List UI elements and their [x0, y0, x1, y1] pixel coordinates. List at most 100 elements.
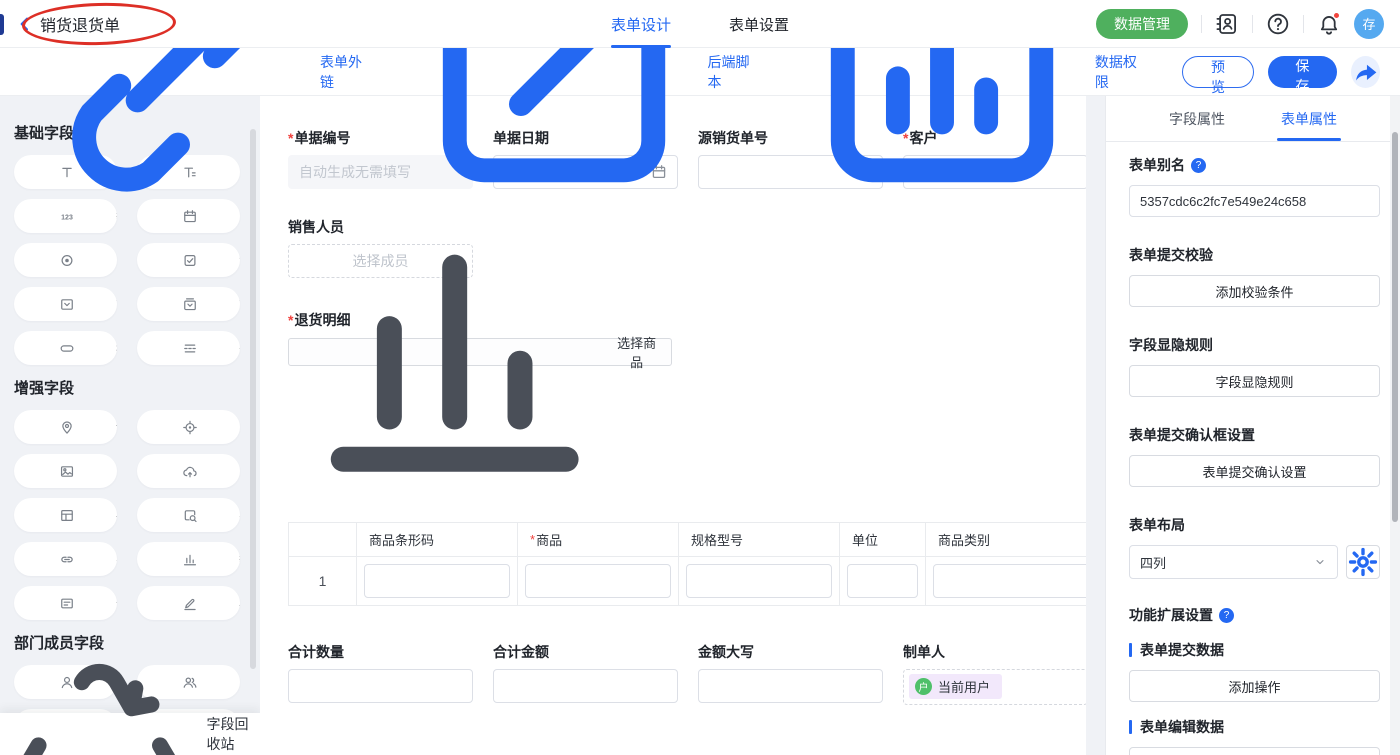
sidebar-item-0-7[interactable]: 下拉复选框 — [137, 287, 240, 321]
field-creator[interactable]: 制单人 户 当前用户 — [903, 642, 1086, 705]
tab-form-design-label: 表单设计 — [611, 14, 671, 35]
share-icon — [1351, 57, 1380, 86]
data-manage-button[interactable]: 数据管理 — [1096, 9, 1188, 39]
help-icon[interactable] — [1266, 12, 1290, 36]
sidebar-item-1-5[interactable]: 关联查询 — [137, 498, 240, 532]
sidebar-item-label: 下拉框 — [116, 295, 117, 314]
submit-confirm-label: 表单提交确认框设置 — [1129, 425, 1380, 445]
user-icon: 户 — [915, 678, 932, 695]
sidebar-item-1-3[interactable]: 附件 — [137, 454, 240, 488]
sidebar-item-label: 成员多选 — [239, 673, 240, 692]
sidebar-item-0-9[interactable]: 分割线 — [137, 331, 240, 365]
notification-bell-icon[interactable] — [1317, 12, 1341, 36]
panel-scrollbar[interactable] — [1392, 132, 1398, 522]
contacts-icon[interactable] — [1215, 12, 1239, 36]
accent-bar — [1129, 643, 1132, 657]
detail-cell-input[interactable] — [686, 564, 832, 598]
field-amount-words[interactable]: 金额大写 — [698, 642, 883, 705]
total-amount-input[interactable] — [493, 669, 678, 703]
form-alias-input[interactable]: 5357cdc6c2fc7e549e24c658 — [1129, 185, 1380, 217]
select-icon — [25, 297, 109, 312]
data-permission-label: 数据权限 — [1095, 52, 1142, 92]
sidebar-item-1-4[interactable]: 子表单 — [14, 498, 117, 532]
detail-cell-input[interactable] — [525, 564, 671, 598]
field-total-qty[interactable]: 合计数量 — [288, 642, 473, 705]
field-visibility-button[interactable]: 字段显隐规则 — [1129, 365, 1380, 397]
contacts-glyph — [1215, 12, 1239, 36]
divider — [1303, 15, 1304, 33]
preview-button[interactable]: 预览 — [1182, 56, 1253, 88]
tab-form-properties[interactable]: 表单属性 — [1281, 96, 1337, 141]
sidebar-item-0-8[interactable]: 扩展按钮 — [14, 331, 117, 365]
amount-words-input[interactable] — [698, 669, 883, 703]
chevron-left-icon — [16, 15, 34, 33]
layout-select[interactable]: 四列 — [1129, 545, 1338, 579]
detail-table-row: 1 — [289, 557, 1086, 605]
help-icon[interactable]: ? — [1219, 608, 1234, 623]
notification-dot — [1333, 12, 1340, 19]
avatar[interactable]: 存 — [1354, 9, 1384, 39]
share-button[interactable] — [1351, 56, 1380, 88]
edit-data-add-action-button[interactable]: 添加操作 — [1129, 747, 1380, 755]
image-icon — [25, 464, 109, 479]
detail-table-cell — [840, 557, 926, 605]
sidebar-item-0-6[interactable]: 下拉框 — [14, 287, 117, 321]
field-label: 合计数量 — [288, 642, 473, 662]
main-tabs: 表单设计 表单设置 — [611, 0, 789, 48]
field-total-amount[interactable]: 合计金额 — [493, 642, 678, 705]
panel-tabs: 字段属性 表单属性 — [1106, 96, 1400, 142]
sidebar-item-label: 子表单 — [116, 506, 117, 525]
app-root: 销货退货单 表单设计 表单设置 数据管理 存 表单外链 后端脚本 数据权限 预览… — [0, 0, 1400, 755]
checkbox-group-icon — [148, 253, 232, 268]
total-qty-input[interactable] — [288, 669, 473, 703]
sidebar-item-label: 下拉复选框 — [239, 295, 240, 314]
submit-confirm-button[interactable]: 表单提交确认设置 — [1129, 455, 1380, 487]
field-recycle-bin[interactable]: 字段回收站 — [0, 713, 260, 755]
form-external-link-label: 表单外链 — [320, 52, 367, 92]
sidebar-item-1-9[interactable]: 手写签名 — [137, 586, 240, 620]
current-user-tag[interactable]: 户 当前用户 — [909, 674, 1002, 699]
save-button[interactable]: 保存 — [1268, 56, 1337, 88]
detail-cell-input[interactable] — [364, 564, 510, 598]
sidebar-item-label: 数据加载 — [239, 550, 240, 569]
detail-column-header: 单位 — [840, 523, 926, 557]
detail-table-clip: 商品条形码*商品规格型号单位商品类别1 — [288, 522, 1086, 606]
creator-picker[interactable]: 户 当前用户 — [903, 669, 1086, 705]
detail-cell-input[interactable] — [847, 564, 918, 598]
sidebar-item-1-0[interactable]: 地址 — [14, 410, 117, 444]
divider — [1252, 15, 1253, 33]
sidebar-item-0-5[interactable]: 复选框组 — [137, 243, 240, 277]
sidebar-item-1-6[interactable]: 关联数据 — [14, 542, 117, 576]
submit-data-add-action-button[interactable]: 添加操作 — [1129, 670, 1380, 702]
sidebar-section-title: 增强字段 — [14, 377, 240, 398]
chevron-down-icon — [1313, 555, 1327, 569]
sidebar-item-1-2[interactable]: 图片 — [14, 454, 117, 488]
help-icon[interactable]: ? — [1191, 158, 1206, 173]
field-return-detail[interactable]: *退货明细 选择商品 商品条形码*商品规格型号单位商品类别1 — [288, 310, 1086, 606]
divider-icon — [148, 341, 232, 356]
field-label: 合计金额 — [493, 642, 678, 662]
gear-icon — [1347, 546, 1379, 578]
detail-table-header: 商品条形码*商品规格型号单位商品类别 — [289, 523, 1086, 557]
edit-data-label: 表单编辑数据 — [1129, 717, 1380, 737]
signature-icon — [148, 596, 232, 611]
add-validation-button[interactable]: 添加校验条件 — [1129, 275, 1380, 307]
detail-cell-input[interactable] — [933, 564, 1086, 598]
sidebar-item-0-4[interactable]: 单选按钮组 — [14, 243, 117, 277]
sidebar-item-1-7[interactable]: 数据加载 — [137, 542, 240, 576]
address-icon — [25, 420, 109, 435]
sidebar-item-1-8[interactable]: 流水号 — [14, 586, 117, 620]
nav-collapse-handle[interactable] — [0, 14, 4, 35]
detail-table: 商品条形码*商品规格型号单位商品类别1 — [288, 522, 1086, 606]
button-icon — [25, 341, 109, 356]
back-button[interactable] — [16, 15, 34, 33]
required-star: * — [530, 532, 535, 547]
sidebar-item-1-1[interactable]: 定位 — [137, 410, 240, 444]
tab-form-settings[interactable]: 表单设置 — [729, 0, 789, 48]
tab-field-properties[interactable]: 字段属性 — [1169, 96, 1225, 141]
layout-settings-button[interactable] — [1346, 545, 1380, 579]
properties-panel: 字段属性 表单属性 表单别名? 5357cdc6c2fc7e549e24c658… — [1105, 96, 1400, 755]
select-product-button[interactable]: 选择商品 — [288, 338, 672, 366]
tab-form-design[interactable]: 表单设计 — [611, 0, 671, 48]
sidebar-item-label: 图片 — [116, 462, 117, 481]
